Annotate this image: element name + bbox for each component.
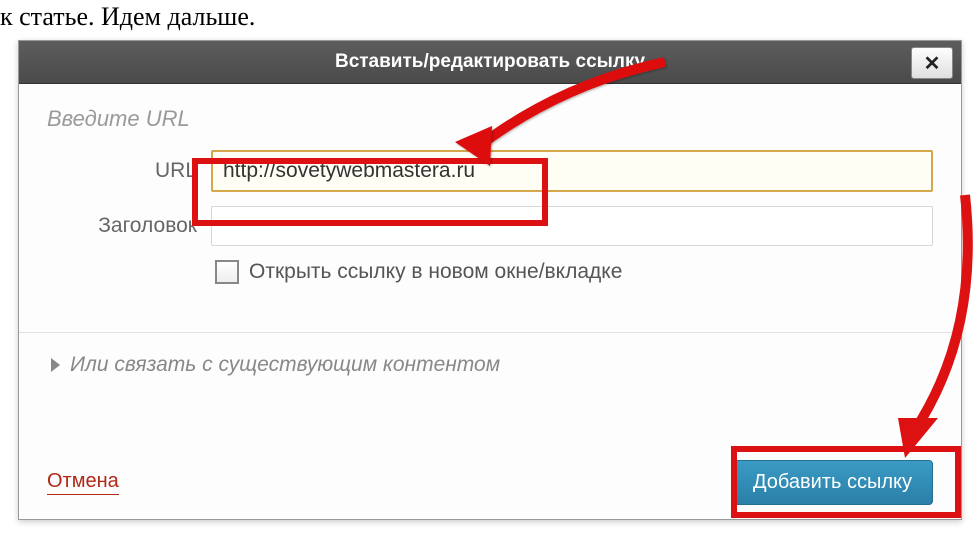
open-new-tab-label: Открыть ссылку в новом окне/вкладке bbox=[249, 260, 622, 284]
add-link-button[interactable]: Добавить ссылку bbox=[732, 460, 933, 505]
section-enter-url: Введите URL bbox=[47, 106, 933, 132]
open-new-tab-row: Открыть ссылку в новом окне/вкладке bbox=[215, 260, 933, 284]
link-existing-toggle[interactable]: Или связать с существующим контентом bbox=[47, 333, 933, 377]
title-label: Заголовок bbox=[47, 214, 211, 238]
chevron-right-icon bbox=[51, 358, 60, 372]
background-text: к статье. Идем дальше. bbox=[0, 2, 255, 32]
url-label: URL bbox=[47, 159, 211, 183]
close-button[interactable]: ✕ bbox=[911, 47, 953, 79]
open-new-tab-checkbox[interactable] bbox=[215, 260, 239, 284]
dialog-footer: Отмена Добавить ссылку bbox=[47, 460, 933, 505]
dialog-title: Вставить/редактировать ссылку bbox=[19, 41, 961, 83]
dialog-titlebar: Вставить/редактировать ссылку ✕ bbox=[19, 41, 961, 84]
title-input[interactable] bbox=[211, 206, 933, 246]
dialog-body: Введите URL URL Заголовок Открыть ссылку… bbox=[19, 84, 961, 377]
link-existing-label: Или связать с существующим контентом bbox=[70, 353, 500, 377]
url-input[interactable] bbox=[211, 150, 933, 192]
close-icon: ✕ bbox=[924, 51, 941, 76]
cancel-button[interactable]: Отмена bbox=[47, 470, 119, 495]
url-row: URL bbox=[47, 150, 933, 192]
link-dialog: Вставить/редактировать ссылку ✕ Введите … bbox=[18, 40, 962, 520]
title-row: Заголовок bbox=[47, 206, 933, 246]
